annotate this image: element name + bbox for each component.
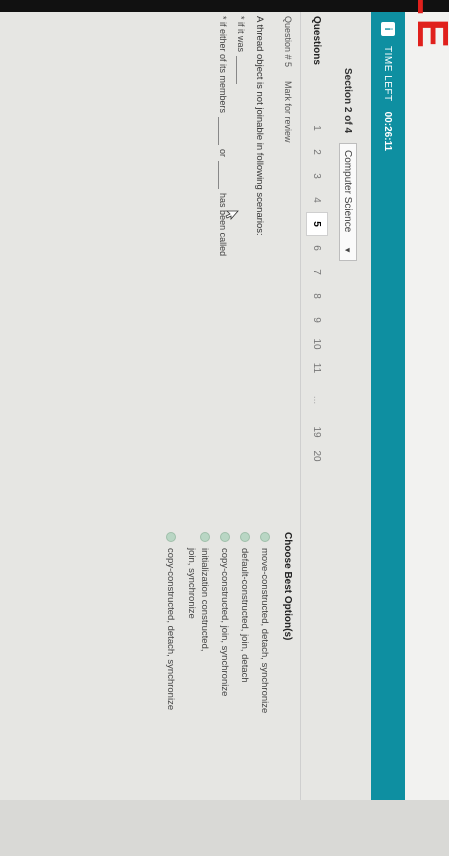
oracle-logo: ORACLE <box>407 0 449 52</box>
option-5-label: copy-constructed, detach, synchronize <box>165 548 176 711</box>
logo-strip: ORACLE <box>405 0 449 800</box>
question-link-8[interactable]: 8 <box>312 284 323 308</box>
option-4-line-1: initialization constructed, <box>199 548 210 652</box>
exam-screen: i TIME LEFT 00:26:11 Section 2 of 4 Comp… <box>0 12 405 800</box>
radio-button[interactable] <box>240 532 250 542</box>
question-link-3[interactable]: 3 <box>312 164 323 188</box>
question-ellipsis: ... <box>311 395 323 405</box>
question-link-2[interactable]: 2 <box>312 140 323 164</box>
question-bullet-2: * if either of its members or has been c… <box>218 16 229 256</box>
question-link-10[interactable]: 10 <box>312 332 323 356</box>
subject-select[interactable]: Computer Science ▼ <box>339 143 357 262</box>
option-2-label: default-constructed, join, detach <box>239 548 250 683</box>
bullet-2-text: * if either of its members <box>218 16 229 114</box>
radio-button[interactable] <box>200 532 210 542</box>
bullet-2-or: or <box>218 149 229 158</box>
options-title: Choose Best Option(s) <box>282 532 293 641</box>
info-icon[interactable]: i <box>381 22 395 36</box>
option-4[interactable]: initialization constructed, join, synchr… <box>185 532 211 652</box>
screen-bezel <box>0 0 449 12</box>
question-header: Question # 5 Mark for review <box>283 16 293 143</box>
questions-label: Questions <box>311 16 323 65</box>
timer-value: 00:26:11 <box>382 111 394 152</box>
option-3[interactable]: copy-constructed, join, synchronize <box>218 532 231 696</box>
bullet-1-text: * if it was <box>236 16 247 53</box>
section-title: Section 2 of 4 <box>342 68 354 134</box>
question-link-7[interactable]: 7 <box>312 260 323 284</box>
question-text: A thread object is not joinable in follo… <box>254 16 265 236</box>
question-link-5-current[interactable]: 5 <box>306 212 328 236</box>
question-link-4[interactable]: 4 <box>312 188 323 212</box>
chevron-down-icon: ▼ <box>343 246 353 255</box>
question-link-9[interactable]: 9 <box>312 308 323 332</box>
option-2[interactable]: default-constructed, join, detach <box>238 532 251 683</box>
option-1-label: move-constructed, detach, synchronize <box>259 548 270 714</box>
question-number-list: 1 2 3 4 5 6 7 8 9 10 11 ... 19 20 <box>306 116 328 468</box>
option-5[interactable]: copy-constructed, detach, synchronize <box>164 532 177 710</box>
option-4-line-2: join, synchronize <box>186 548 197 619</box>
blank-field-2 <box>218 117 229 146</box>
divider <box>300 12 301 800</box>
question-link-19[interactable]: 19 <box>312 420 323 444</box>
subject-select-value: Computer Science <box>342 150 354 233</box>
question-link-11[interactable]: 11 <box>312 356 323 380</box>
option-3-label: copy-constructed, join, synchronize <box>219 548 230 697</box>
option-4-label: initialization constructed, join, synchr… <box>185 548 211 652</box>
timer-label: TIME LEFT <box>382 46 394 102</box>
question-bullet-1: * if it was <box>236 16 247 85</box>
radio-button[interactable] <box>166 532 176 542</box>
question-link-6[interactable]: 6 <box>312 236 323 260</box>
timer-row: i TIME LEFT 00:26:11 <box>371 12 405 810</box>
blank-field-1 <box>236 56 247 85</box>
questions-nav: Questions 1 2 3 4 5 6 7 8 9 10 11 ... 19… <box>305 12 329 800</box>
mark-for-review-link[interactable]: Mark for review <box>283 81 293 143</box>
radio-button[interactable] <box>220 532 230 542</box>
bullet-2-suffix: has been called <box>218 193 229 257</box>
blank-field-3 <box>218 161 229 190</box>
option-1[interactable]: move-constructed, detach, synchronize <box>258 532 271 713</box>
question-link-1[interactable]: 1 <box>312 116 323 140</box>
section-row: Section 2 of 4 Computer Science ▼ <box>335 12 361 856</box>
mouse-cursor-icon <box>225 210 239 221</box>
question-link-20[interactable]: 20 <box>312 444 323 468</box>
radio-button[interactable] <box>260 532 270 542</box>
question-number: Question # 5 <box>283 16 293 68</box>
